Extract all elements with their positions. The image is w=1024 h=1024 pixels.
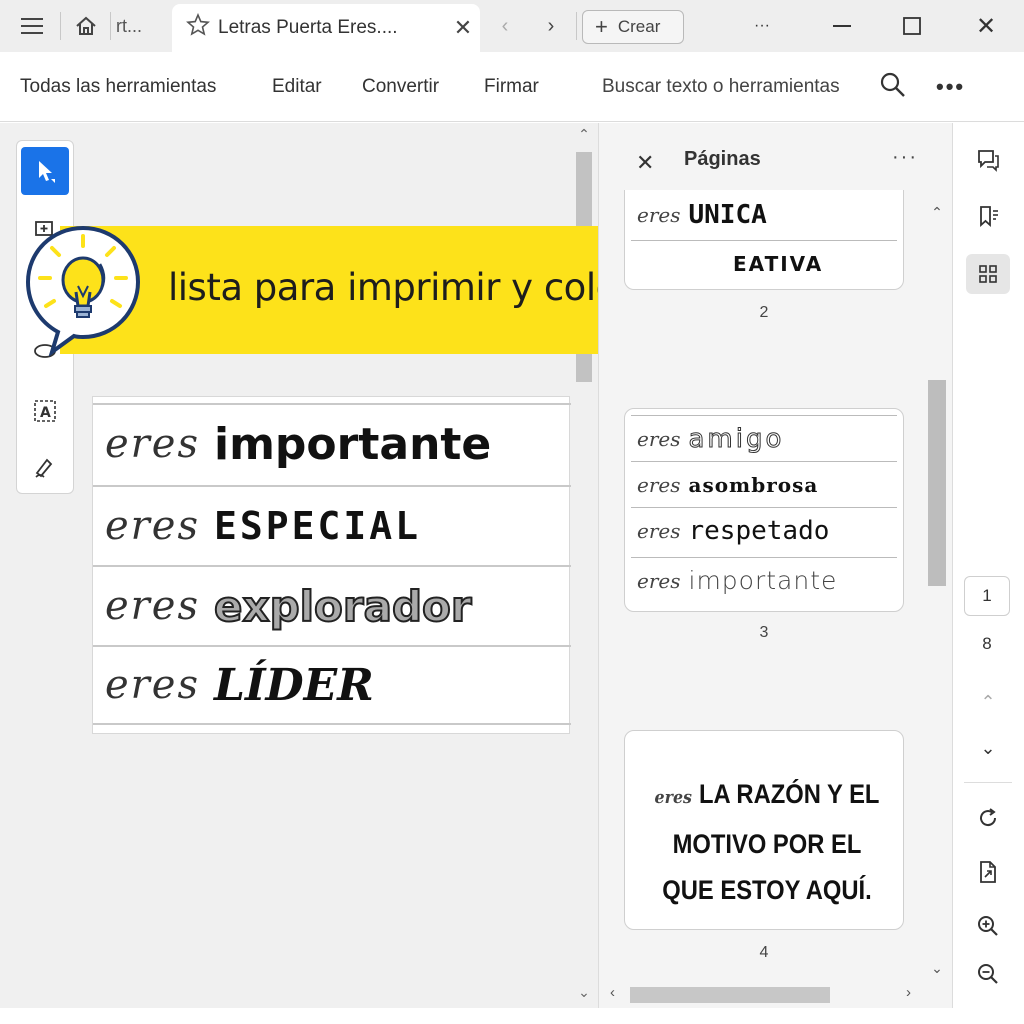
document-row: eres LÍDER (93, 645, 571, 725)
more-options-icon[interactable]: ••• (936, 74, 965, 100)
scroll-right-icon[interactable]: › (906, 984, 911, 1001)
tab-inactive[interactable]: rt... (110, 8, 166, 44)
menu-all-tools[interactable]: Todas las herramientas (20, 76, 216, 98)
pages-panel-title: Páginas (684, 148, 761, 170)
scrollbar-thumb[interactable] (928, 380, 946, 586)
menu-convert[interactable]: Convertir (362, 76, 439, 98)
close-window-icon[interactable]: ✕ (964, 8, 1008, 44)
previous-page-icon[interactable]: ⌃ (966, 682, 1010, 722)
scroll-down-icon[interactable]: ⌄ (574, 984, 594, 1001)
thumb-row: eres respetado (631, 507, 897, 553)
scroll-down-icon[interactable]: ⌄ (926, 960, 948, 977)
page-number-2: 2 (759, 304, 769, 321)
bookmarks-icon[interactable] (966, 196, 1010, 236)
text-select-icon[interactable]: A (21, 387, 69, 435)
pdf-page: eres importante eres ESPECIAL eres explo… (92, 396, 571, 734)
comments-icon[interactable] (966, 140, 1010, 180)
panel-options-icon[interactable]: ··· (892, 146, 918, 169)
document-row: eres ESPECIAL (93, 485, 571, 565)
page-number-3: 3 (759, 624, 769, 641)
scrollbar-thumb[interactable] (630, 987, 830, 1003)
thumb-row: eres asombrosa (631, 461, 897, 507)
svg-text:A: A (40, 405, 51, 421)
zoom-in-icon[interactable] (966, 906, 1010, 946)
search-tools-label[interactable]: Buscar texto o herramientas (602, 76, 840, 98)
scroll-up-icon[interactable]: ⌃ (926, 204, 948, 221)
search-icon[interactable] (878, 70, 908, 100)
thumb-row: eres amigo (631, 415, 897, 461)
title-bar: rt... Letras Puerta Eres.... ✕ ‹ › + Cre… (0, 0, 1024, 52)
tab-active[interactable]: Letras Puerta Eres.... ✕ (172, 4, 480, 52)
overflow-menu-icon[interactable]: ··· (744, 8, 780, 44)
sign-pen-icon[interactable] (21, 443, 69, 491)
home-icon[interactable] (66, 8, 106, 44)
next-page-icon[interactable]: ⌄ (966, 728, 1010, 768)
create-button[interactable]: + Crear (582, 10, 684, 44)
extract-page-icon[interactable] (966, 852, 1010, 892)
page-thumbnail-4[interactable]: eres LA RAZÓN Y EL MOTIVO POR EL QUE ESTO… (624, 730, 904, 930)
scroll-left-icon[interactable]: ‹ (610, 984, 615, 1001)
tab-close-icon[interactable]: ✕ (446, 15, 480, 41)
maximize-icon[interactable] (892, 8, 932, 44)
scroll-tabs-right-icon[interactable]: › (536, 8, 566, 44)
zoom-out-icon[interactable] (966, 954, 1010, 994)
select-tool-icon[interactable] (21, 147, 69, 195)
menu-sign[interactable]: Firmar (484, 76, 539, 98)
menu-bar: Todas las herramientas Editar Convertir … (0, 52, 1024, 122)
pages-scrollbar[interactable]: ⌃ ⌄ (926, 200, 948, 990)
close-panel-icon[interactable]: ✕ (636, 150, 654, 176)
hamburger-menu-icon[interactable] (12, 8, 52, 44)
document-row: eres importante (93, 403, 571, 483)
page-thumbnail-2[interactable]: eres UNICA EATIVA (624, 190, 904, 290)
minimize-icon[interactable] (822, 8, 862, 44)
page-number-4: 4 (759, 944, 769, 961)
lightbulb-icon (25, 225, 141, 356)
total-pages: 8 (982, 634, 992, 653)
rotate-icon[interactable] (966, 798, 1010, 838)
tab-title: Letras Puerta Eres.... (218, 17, 398, 38)
plus-icon: + (595, 14, 608, 39)
page-thumbnail-3[interactable]: eres amigo eres asombrosa eres respetado… (624, 408, 904, 612)
document-row: eres explorador (93, 565, 571, 645)
menu-edit[interactable]: Editar (272, 76, 322, 98)
scroll-tabs-left-icon[interactable]: ‹ (490, 8, 520, 44)
thumb-row: EATIVA (631, 240, 897, 286)
page-thumbnails-icon[interactable] (966, 254, 1010, 294)
current-page-input[interactable]: 1 (964, 576, 1010, 616)
thumb-row: eres UNICA (637, 200, 767, 230)
thumb-row: eres importante (631, 557, 897, 603)
pages-horizontal-scrollbar[interactable]: ‹ › (604, 984, 924, 1006)
scroll-up-icon[interactable]: ⌃ (574, 126, 594, 143)
page4-text: eres LA RAZÓN Y EL MOTIVO POR EL QUE ESTO… (654, 779, 880, 905)
star-icon[interactable] (186, 12, 218, 43)
